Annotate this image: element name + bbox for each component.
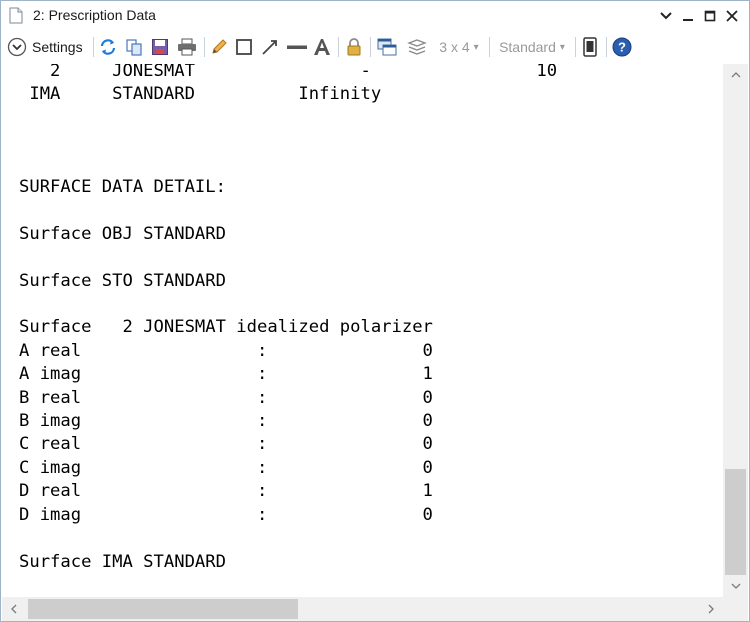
- toolbar-separator: [575, 37, 576, 57]
- pencil-button[interactable]: [208, 35, 230, 59]
- refresh-icon: [100, 39, 116, 55]
- title-bar[interactable]: 2: Prescription Data: [1, 1, 749, 31]
- lock-button[interactable]: [343, 35, 365, 59]
- close-button[interactable]: [721, 6, 743, 26]
- text-button[interactable]: [311, 35, 333, 59]
- window-title: 2: Prescription Data: [33, 7, 156, 23]
- text-line: IMA STANDARD Infinity: [19, 84, 382, 104]
- text-a-icon: [314, 39, 330, 55]
- toolbar-separator: [93, 37, 94, 57]
- vertical-scroll-thumb[interactable]: [725, 469, 746, 575]
- printer-icon: [178, 38, 196, 56]
- scroll-left-arrow[interactable]: [2, 597, 26, 621]
- phone-icon: [583, 37, 597, 57]
- document-icon: [9, 7, 23, 24]
- hline-button[interactable]: [285, 35, 309, 59]
- horizontal-scroll-thumb[interactable]: [28, 599, 298, 619]
- settings-label: Settings: [32, 39, 83, 55]
- stack-button[interactable]: [405, 35, 429, 59]
- maximize-button[interactable]: [699, 6, 721, 26]
- toolbar-separator: [606, 37, 607, 57]
- minimize-button[interactable]: [677, 6, 699, 26]
- text-line: B real : 0: [19, 388, 433, 408]
- window-layout-button[interactable]: [375, 35, 399, 59]
- arrow-line-icon: [262, 40, 277, 55]
- help-icon-label: ?: [618, 40, 626, 55]
- layout-selector[interactable]: 3 x 4 ▾: [433, 35, 485, 59]
- vertical-scrollbar[interactable]: [723, 64, 748, 597]
- text-line: A imag : 1: [19, 364, 433, 384]
- scroll-up-arrow[interactable]: [723, 64, 748, 86]
- scroll-right-arrow[interactable]: [699, 597, 723, 621]
- style-selector-label: Standard: [499, 39, 556, 55]
- scroll-down-arrow[interactable]: [723, 575, 748, 597]
- toolbar-separator: [338, 37, 339, 57]
- device-button[interactable]: [579, 35, 601, 59]
- scrollbar-corner: [723, 597, 748, 621]
- rectangle-button[interactable]: [233, 35, 255, 59]
- chevron-down-icon: ▾: [559, 41, 565, 53]
- horizontal-scrollbar[interactable]: [2, 597, 723, 621]
- style-selector[interactable]: Standard ▾: [493, 35, 571, 59]
- rectangle-icon: [236, 39, 252, 55]
- prescription-data-window: 2: Prescription Data Settings 3 x 4 ▾ St…: [0, 0, 750, 622]
- text-line: Surface IMA STANDARD: [19, 552, 226, 572]
- section-heading: SURFACE DATA DETAIL:: [19, 177, 226, 197]
- chevron-circle-icon: [7, 37, 27, 57]
- text-line: 2 JONESMAT - 10: [19, 64, 558, 81]
- prescription-text-area[interactable]: 2 JONESMAT - 10 IMA STANDARD Infinity SU…: [2, 64, 723, 597]
- text-line: Surface STO STANDARD: [19, 271, 226, 291]
- text-line: C real : 0: [19, 434, 433, 454]
- save-button[interactable]: [149, 35, 171, 59]
- save-icon: [152, 39, 168, 55]
- chevron-down-icon: ▾: [473, 41, 479, 53]
- toolbar-separator: [370, 37, 371, 57]
- text-line: A real : 0: [19, 341, 433, 361]
- copy-button[interactable]: [123, 35, 145, 59]
- layout-selector-label: 3 x 4: [439, 39, 470, 55]
- copy-icon: [126, 39, 142, 56]
- horizontal-line-icon: [287, 45, 307, 49]
- toolbar: Settings 3 x 4 ▾ Standard ▾ ?: [1, 31, 749, 64]
- help-button[interactable]: ?: [610, 35, 634, 59]
- text-line: B imag : 0: [19, 411, 433, 431]
- help-icon: ?: [612, 37, 632, 57]
- windows-icon: [377, 38, 397, 56]
- lock-icon: [347, 38, 361, 56]
- text-line: D imag : 0: [19, 505, 433, 525]
- stack-layers-icon: [407, 39, 427, 55]
- text-line: D real : 1: [19, 481, 433, 501]
- text-line: C imag : 0: [19, 458, 433, 478]
- text-line: Surface 2 JONESMAT idealized polarizer: [19, 317, 433, 337]
- toolbar-separator: [204, 37, 205, 57]
- settings-button[interactable]: Settings: [7, 35, 91, 59]
- pencil-icon: [212, 39, 227, 54]
- line-button[interactable]: [259, 35, 281, 59]
- print-button[interactable]: [175, 35, 199, 59]
- toolbar-separator: [489, 37, 490, 57]
- text-line: Surface OBJ STANDARD: [19, 224, 226, 244]
- dropdown-icon[interactable]: [655, 6, 677, 26]
- refresh-button[interactable]: [97, 35, 119, 59]
